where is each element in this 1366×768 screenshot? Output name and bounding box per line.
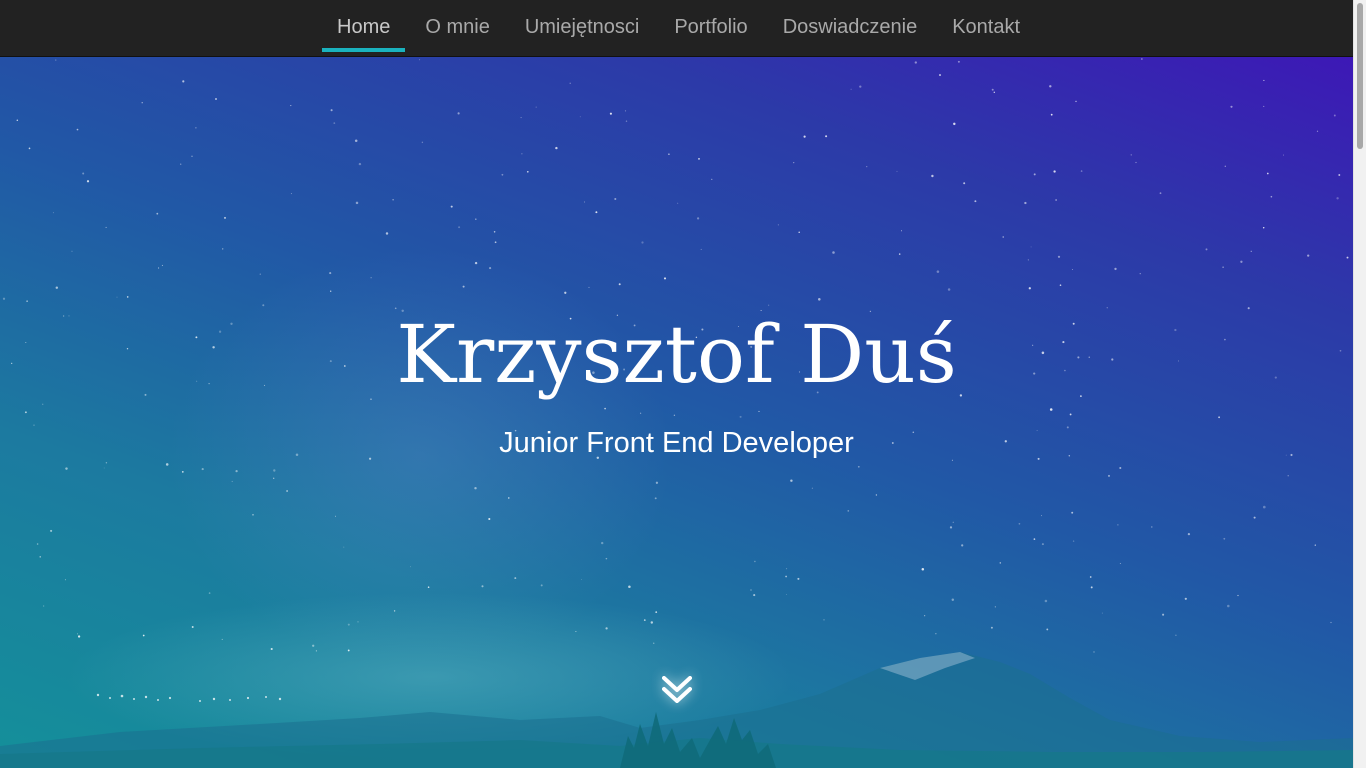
nav-item-home[interactable]: Home (322, 0, 406, 52)
hero-title: Krzysztof Duś (396, 308, 957, 401)
page-scrollbar[interactable] (1353, 0, 1366, 768)
nav-item-umiejetnosci[interactable]: Umiejętnosci (510, 0, 654, 52)
nav-item-kontakt[interactable]: Kontakt (937, 0, 1035, 52)
nav-item-o-mnie[interactable]: O mnie (410, 0, 504, 52)
nav-item-label: Portfolio (674, 16, 748, 38)
nav-item-label: Umiejętnosci (524, 16, 640, 38)
navbar: Home O mnie Umiejętnosci Portfolio Doswi… (0, 0, 1353, 57)
nav-item-portfolio[interactable]: Portfolio (659, 0, 762, 52)
nav-menu: Home O mnie Umiejętnosci Portfolio Doswi… (322, 0, 1035, 56)
hero-subtitle: Junior Front End Developer (499, 427, 854, 459)
scrollbar-thumb[interactable] (1357, 3, 1363, 149)
nav-item-doswiadczenie[interactable]: Doswiadczenie (768, 0, 933, 52)
nav-item-label: Doswiadczenie (782, 16, 918, 38)
nav-item-label: Kontakt (952, 16, 1021, 38)
nav-item-label: Home (337, 16, 391, 38)
nav-item-label: O mnie (425, 16, 490, 38)
page: Home O mnie Umiejętnosci Portfolio Doswi… (0, 0, 1366, 768)
double-chevron-down-icon[interactable] (660, 673, 694, 707)
hero-section: Krzysztof Duś Junior Front End Developer (0, 57, 1353, 768)
